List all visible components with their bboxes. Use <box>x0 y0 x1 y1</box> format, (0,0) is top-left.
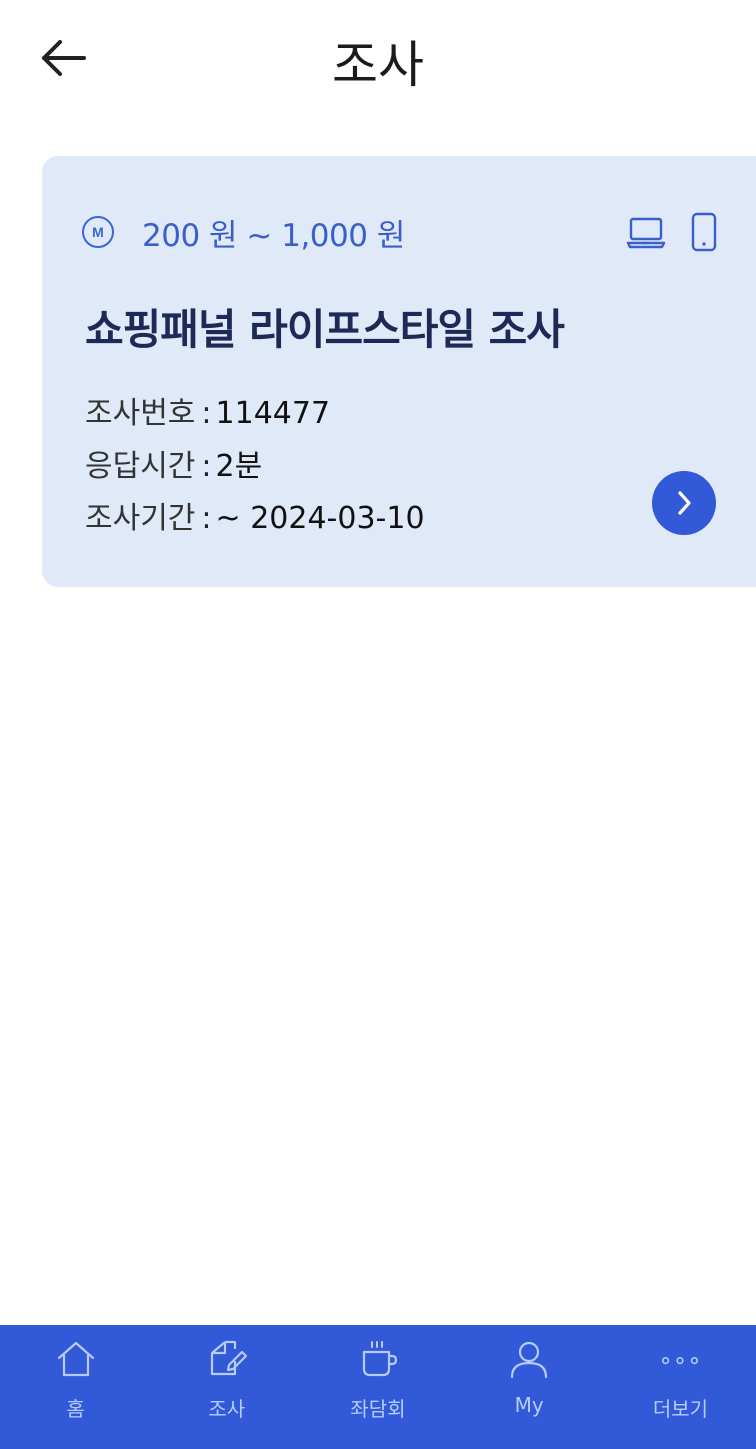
separator: : <box>201 449 212 484</box>
home-icon <box>57 1341 94 1377</box>
survey-title: 쇼핑패널 라이프스타일 조사 <box>85 305 565 354</box>
bottom-tab-bar: 홈 조사 좌담회 My 더보기 <box>0 1325 756 1449</box>
response-time-value: 2분 <box>215 449 263 484</box>
survey-number-label: 조사번호 <box>85 396 196 431</box>
survey-period-row: 조사기간: ~ 2024-03-10 <box>85 493 425 537</box>
tab-survey[interactable]: 조사 <box>151 1325 302 1449</box>
tab-label: My <box>514 1393 544 1417</box>
m-coin-icon: M <box>82 216 114 248</box>
response-time-row: 응답시간:2분 <box>85 441 262 485</box>
tab-label: 좌담회 <box>350 1397 406 1421</box>
tab-home[interactable]: 홈 <box>0 1325 151 1449</box>
survey-period-label: 조사기간 <box>85 501 196 536</box>
tab-discussion[interactable]: 좌담회 <box>302 1325 453 1449</box>
reward-row: M 200 원 ~ 1,000 원 <box>82 210 405 254</box>
tab-label: 조사 <box>208 1397 246 1421</box>
device-icons <box>626 212 718 252</box>
tab-my[interactable]: My <box>454 1325 605 1449</box>
page-title: 조사 <box>332 36 424 94</box>
open-survey-button[interactable] <box>652 471 716 535</box>
separator: : <box>201 396 212 431</box>
phone-icon <box>691 212 717 252</box>
survey-number-row: 조사번호:114477 <box>85 388 330 432</box>
header: 조사 <box>0 0 756 130</box>
more-dots-icon <box>662 1357 699 1365</box>
laptop-icon <box>626 217 666 249</box>
tab-more[interactable]: 더보기 <box>605 1325 756 1449</box>
tab-label: 홈 <box>66 1397 85 1421</box>
tab-label: 더보기 <box>652 1397 709 1421</box>
response-time-label: 응답시간 <box>85 449 196 484</box>
separator: : <box>201 501 212 536</box>
chevron-right-icon <box>678 491 691 515</box>
survey-card[interactable]: M 200 원 ~ 1,000 원 쇼핑패널 라이프스타일 조사 조사번호:11… <box>42 156 756 587</box>
survey-edit-icon <box>210 1340 247 1376</box>
coffee-cup-icon <box>362 1341 398 1377</box>
user-icon <box>511 1341 548 1379</box>
survey-number-value: 114477 <box>215 396 331 431</box>
reward-amount: 200 원 ~ 1,000 원 <box>142 217 405 254</box>
survey-period-value: ~ 2024-03-10 <box>215 501 425 536</box>
